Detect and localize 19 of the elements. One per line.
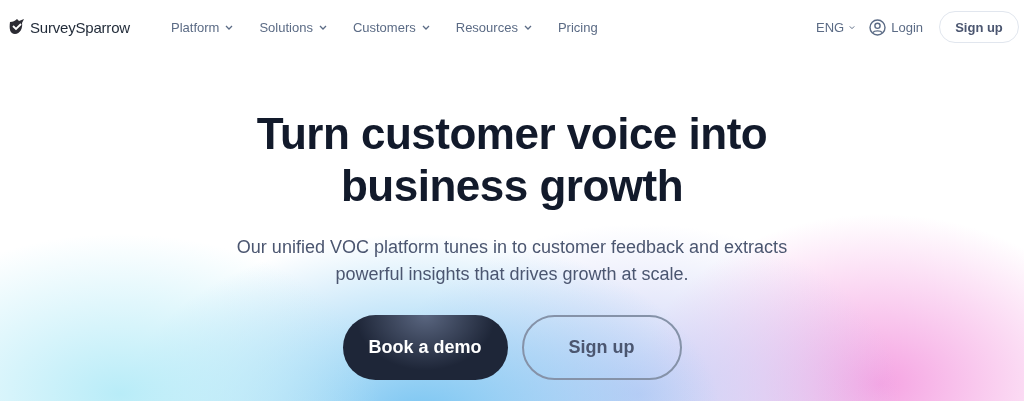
caret-icon [849,24,856,30]
caret-icon [225,24,234,30]
book-demo-button[interactable]: Book a demo [342,315,508,380]
hero-heading: Turn customer voice into business growth [256,108,768,212]
login-link[interactable]: Login [869,18,923,36]
hero-subtitle: Our unified VOC platform tunes in to customer feedback and extracts powerful insights that drives growth at scale. [236,236,788,286]
user-icon [869,18,887,36]
nav-menu-item[interactable]: Platform [171,19,234,35]
signup-button[interactable]: Sign up [521,315,682,380]
brand-name[interactable]: SurveySparrow [30,18,130,36]
nav-menu-item[interactable]: Pricing [557,19,598,35]
caret-icon [523,24,532,30]
language-selector[interactable]: ENG [816,19,856,35]
nav-menu-item[interactable]: Resources [455,19,532,35]
signup-button[interactable]: Sign up [939,11,1019,43]
caret-icon [421,24,430,30]
caret-icon [318,24,327,30]
nav-menu-item[interactable]: Solutions [259,19,327,35]
nav-menu-item[interactable]: Customers [352,19,430,35]
